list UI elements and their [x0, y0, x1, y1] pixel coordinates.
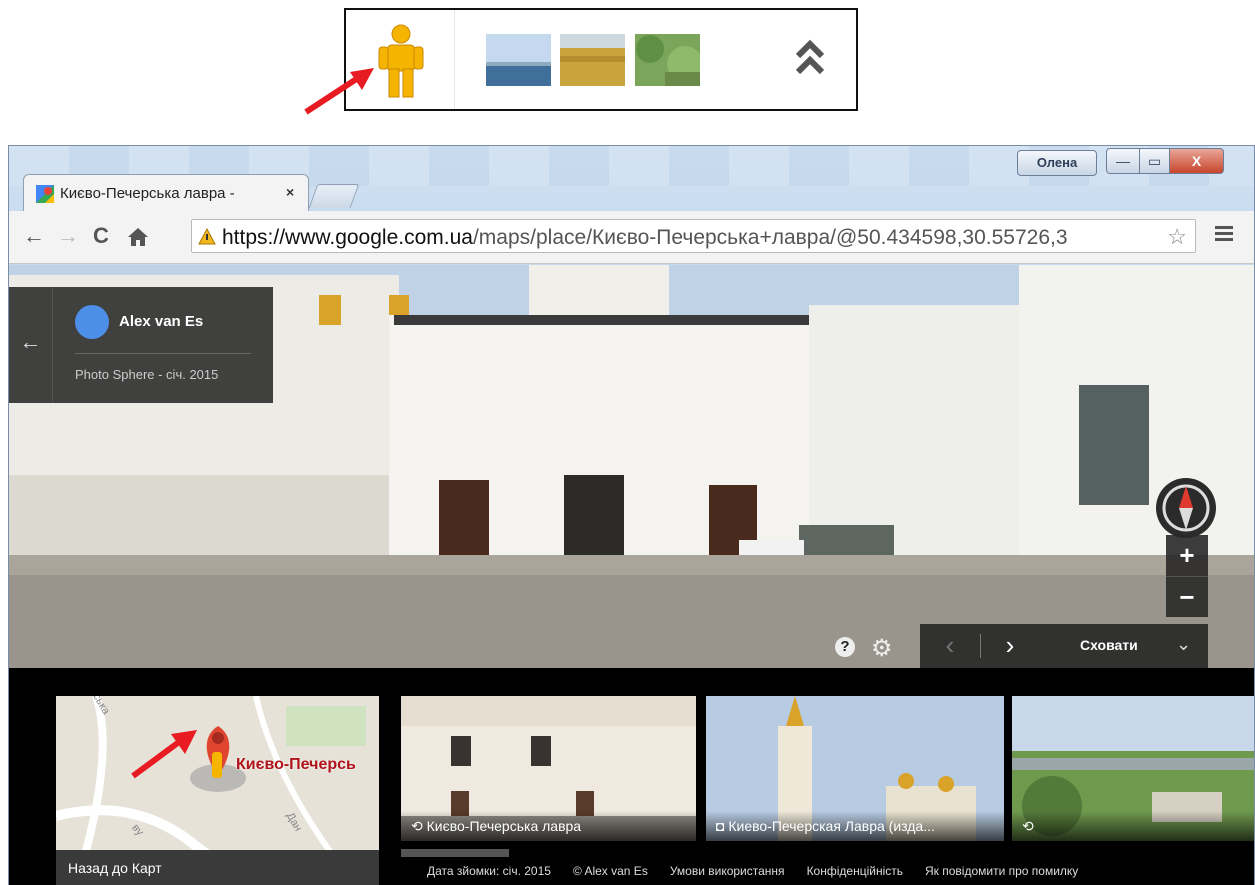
back-arrow-icon[interactable]: ← [9, 287, 53, 403]
photo-subtitle: Photo Sphere - січ. 2015 [75, 367, 219, 382]
hide-imagery-button[interactable]: Сховати [1080, 637, 1138, 653]
photo-thumbnail[interactable]: ◘ Киево-Печерская Лавра (изда... [706, 696, 1004, 841]
double-chevron-up-icon[interactable] [790, 32, 830, 82]
url-path: /maps/place/Києво-Печерська+лавра/@50.43… [472, 226, 1068, 249]
photo-caption-text: Києво-Печерська лавра [426, 818, 582, 834]
prev-photo-button[interactable]: ‹ [920, 624, 980, 668]
pegman-icon[interactable] [376, 24, 426, 100]
minimize-button[interactable]: — [1106, 148, 1140, 174]
camera-icon: ◘ [716, 818, 725, 834]
streetview-panorama[interactable]: ← Alex van Es Photo Sphere - січ. 2015 +… [9, 265, 1254, 668]
tab-close-icon[interactable]: × [286, 184, 294, 200]
menu-icon[interactable] [1215, 225, 1233, 241]
report-problem-link[interactable]: Як повідомити про помилку [925, 864, 1078, 885]
author-name[interactable]: Alex van Es [119, 313, 203, 330]
imagery-filmstrip: ська ву Дан Києво-Печерсь Назад до Карт [9, 668, 1254, 885]
close-window-button[interactable]: X [1170, 148, 1224, 174]
back-to-maps-link[interactable]: Назад до Карт [56, 850, 379, 885]
security-warning-icon [198, 228, 216, 245]
photo-caption-text: Киево-Печерская Лавра (изда... [728, 818, 935, 834]
help-icon[interactable]: ? [835, 637, 855, 657]
place-label: Києво-Печерсь [236, 756, 356, 773]
privacy-link[interactable]: Конфіденційність [807, 864, 903, 885]
red-arrow-pegman [304, 68, 374, 115]
browser-tab-active[interactable]: Києво-Печерська лавра - × [23, 174, 309, 212]
next-photo-button[interactable]: › [982, 624, 1038, 668]
address-bar[interactable]: https://www.google.com.ua/maps/place/Киє… [191, 219, 1196, 253]
url-host: https://www.google.com.ua [222, 226, 473, 249]
photo-nav-bar: ‹ › Сховати ⌄ [920, 624, 1208, 668]
divider [75, 353, 251, 354]
compass-icon[interactable] [1151, 473, 1221, 543]
thumbnail-field[interactable] [560, 34, 625, 86]
copyright-text: © Alex van Es [572, 864, 648, 878]
avatar[interactable] [75, 305, 109, 339]
double-chevron-down-icon[interactable]: ⌄ [1176, 634, 1191, 655]
new-tab-button[interactable] [308, 184, 360, 208]
browser-toolbar: ← → C https://www.google.com.ua/maps/pla… [9, 211, 1254, 264]
filmstrip-scrollbar[interactable] [401, 849, 509, 857]
photo-thumbnail[interactable]: ⟲ Києво-Печерська лавра [401, 696, 696, 841]
thumbnail-greenery[interactable] [635, 34, 700, 86]
back-arrow-icon[interactable]: ← [23, 223, 45, 249]
360-icon: ⟲ [1022, 818, 1034, 834]
window-controls: — ▭ X [1106, 148, 1224, 176]
reload-icon[interactable]: C [93, 223, 109, 249]
user-profile-button[interactable]: Олена [1017, 150, 1097, 176]
zoom-control: + − [1166, 535, 1208, 617]
red-arrow-map [131, 730, 197, 779]
gear-icon[interactable]: ⚙ [871, 634, 893, 663]
thumbnail-sea[interactable] [486, 34, 551, 86]
streetview-toolbar-inset [344, 8, 858, 111]
maximize-button[interactable]: ▭ [1140, 148, 1170, 174]
url-text: https://www.google.com.ua/maps/place/Киє… [222, 226, 1172, 250]
terms-link[interactable]: Умови використання [670, 864, 785, 885]
capture-date: Дата зйомки: січ. 2015 [427, 864, 551, 878]
screenshot-root: Олена — ▭ X Києво-Печерська лавра - × ← … [0, 0, 1255, 885]
footer-links: Дата зйомки: січ. 2015 © Alex van Es Умо… [401, 864, 1254, 885]
mini-map[interactable]: ська ву Дан Києво-Печерсь Назад до Карт [56, 696, 379, 885]
zoom-in-button[interactable]: + [1166, 535, 1208, 576]
browser-window: Олена — ▭ X Києво-Печерська лавра - × ← … [8, 145, 1255, 885]
google-maps-favicon [36, 185, 54, 203]
tab-title: Києво-Печерська лавра - [60, 185, 235, 202]
photo-thumbnail[interactable]: ⟲ [1012, 696, 1254, 841]
divider [980, 634, 981, 658]
photo-info-card: ← Alex van Es Photo Sphere - січ. 2015 [9, 287, 273, 403]
divider [454, 10, 455, 109]
photo-caption: ◘ Киево-Печерская Лавра (изда... [706, 811, 1004, 841]
photo-caption: ⟲ Києво-Печерська лавра [401, 811, 696, 841]
forward-arrow-icon[interactable]: → [57, 223, 79, 249]
bookmark-star-icon[interactable]: ☆ [1167, 224, 1187, 250]
zoom-out-button[interactable]: − [1166, 576, 1208, 617]
photo-caption: ⟲ [1012, 811, 1254, 841]
home-icon[interactable] [127, 227, 149, 247]
